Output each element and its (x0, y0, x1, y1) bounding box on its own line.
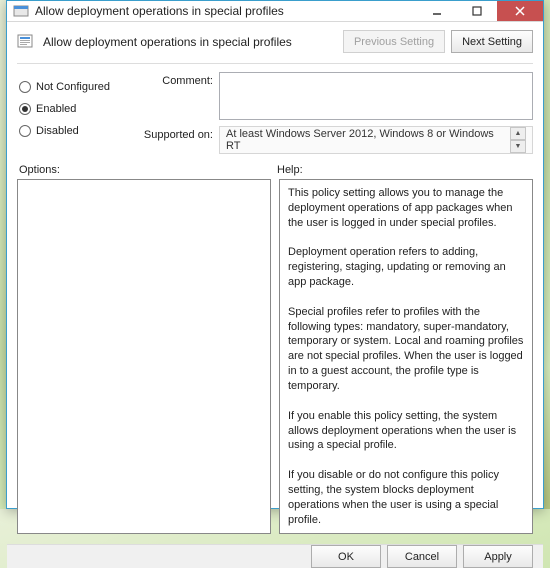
help-label: Help: (275, 164, 303, 176)
footer: OK Cancel Apply (7, 544, 543, 568)
dialog-window: Allow deployment operations in special p… (6, 0, 544, 509)
radio-not-configured-input[interactable] (19, 81, 31, 93)
radio-label: Disabled (36, 125, 79, 137)
radio-enabled[interactable]: Enabled (17, 98, 129, 120)
supported-on-text: At least Windows Server 2012, Windows 8 … (226, 128, 510, 152)
supported-on-box: At least Windows Server 2012, Windows 8 … (219, 126, 533, 154)
cancel-button[interactable]: Cancel (387, 545, 457, 568)
app-icon (13, 3, 29, 19)
dialog-body: Allow deployment operations in special p… (7, 22, 543, 544)
close-button[interactable] (497, 1, 543, 21)
supported-down-button[interactable]: ▼ (510, 140, 526, 153)
comment-label: Comment: (139, 72, 213, 87)
radio-label: Enabled (36, 103, 76, 115)
help-pane: This policy setting allows you to manage… (279, 179, 533, 534)
separator (17, 63, 533, 64)
comment-input[interactable] (219, 72, 533, 120)
pane-labels: Options: Help: (17, 164, 533, 176)
header-row: Allow deployment operations in special p… (17, 30, 533, 53)
state-radios: Not Configured Enabled Disabled (17, 72, 129, 154)
supported-up-button[interactable]: ▲ (510, 127, 526, 140)
ok-button[interactable]: OK (311, 545, 381, 568)
policy-title: Allow deployment operations in special p… (43, 35, 343, 49)
supported-on-label: Supported on: (139, 126, 213, 141)
next-setting-button[interactable]: Next Setting (451, 30, 533, 53)
options-pane (17, 179, 271, 534)
options-label: Options: (17, 164, 275, 176)
window-title: Allow deployment operations in special p… (35, 4, 417, 18)
radio-enabled-input[interactable] (19, 103, 31, 115)
radio-disabled-input[interactable] (19, 125, 31, 137)
previous-setting-button[interactable]: Previous Setting (343, 30, 445, 53)
config-area: Not Configured Enabled Disabled Comment: (17, 72, 533, 154)
radio-not-configured[interactable]: Not Configured (17, 76, 129, 98)
policy-icon (17, 33, 35, 51)
radio-label: Not Configured (36, 81, 110, 93)
panes: This policy setting allows you to manage… (17, 179, 533, 534)
window-controls (417, 1, 543, 21)
apply-button[interactable]: Apply (463, 545, 533, 568)
maximize-button[interactable] (457, 1, 497, 21)
title-bar: Allow deployment operations in special p… (7, 1, 543, 22)
minimize-button[interactable] (417, 1, 457, 21)
radio-disabled[interactable]: Disabled (17, 120, 129, 142)
